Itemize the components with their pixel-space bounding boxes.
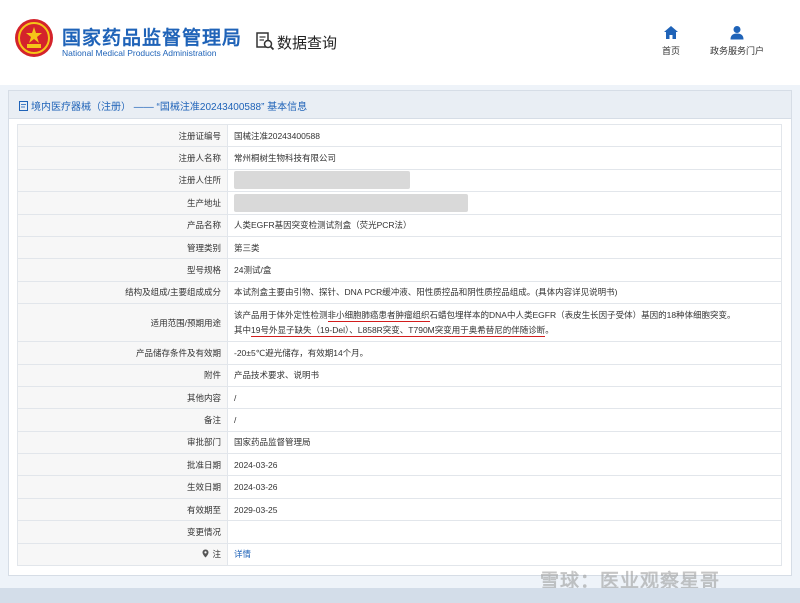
scope-text: 其中	[234, 324, 252, 335]
national-emblem-icon	[15, 19, 53, 57]
table-row: 产品名称 人类EGFR基因突变检测试剂盒（荧光PCR法）	[17, 213, 782, 237]
redacted-block	[234, 171, 410, 190]
nav-home-label: 首页	[661, 46, 680, 56]
change-value	[227, 520, 782, 544]
detail-link[interactable]: 详情	[234, 549, 251, 559]
page-title: 数据查询	[277, 35, 338, 52]
field-label: 注册证编号	[17, 123, 228, 148]
scope-text: 该产品用于体外定性检测	[234, 309, 328, 320]
composition-value: 本试剂盒主要由引物、探针、DNA PCR缓冲液、阳性质控品和阴性质控品组成。(具…	[227, 280, 782, 305]
scope-line-2: 其中19号外显子缺失（19-Del）、L858R突变、T790M突变用于奥希替尼…	[234, 323, 775, 338]
expiry-date-value: 2029-03-25	[227, 497, 782, 522]
scope-highlight: 19号外显子缺失（19-Del）、L858R突变、T790M突变用于奥希替尼的伴…	[251, 324, 546, 337]
field-label: 产品名称	[17, 213, 228, 237]
detail-label: 注	[212, 549, 221, 560]
table-row: 适用范围/预期用途 该产品用于体外定性检测非小细胞肺癌患者肿瘤组织石蜡包埋样本的…	[17, 303, 782, 343]
scope-text: 。	[545, 324, 554, 335]
table-row: 有效期至 2029-03-25	[17, 497, 782, 522]
scope-highlight: 非小细胞肺癌患者肿瘤组织	[327, 309, 430, 322]
table-row: 注册证编号 国械注准20243400588	[17, 123, 782, 148]
nav-service-portal[interactable]: 政务服务门户	[703, 25, 771, 65]
table-row: 生效日期 2024-03-26	[17, 475, 782, 499]
field-label: 生效日期	[17, 475, 228, 499]
org-name-en: National Medical Products Administration	[62, 48, 217, 58]
table-row: 管理类别 第三类	[17, 235, 782, 260]
approval-date-value: 2024-03-26	[227, 453, 782, 477]
field-label: 注	[17, 542, 228, 567]
other-value: /	[227, 385, 782, 410]
field-label: 管理类别	[17, 235, 228, 260]
field-label: 适用范围/预期用途	[17, 303, 228, 343]
remarks-value: /	[227, 408, 782, 432]
scope-text: 石蜡包埋样本的DNA中人类EGFR（表皮生长因子受体）基因的18种体细胞突变。	[429, 309, 736, 320]
field-label: 批准日期	[17, 453, 228, 477]
registration-info-panel: 境内医疗器械（注册） —— “国械注准20243400588” 基本信息 注册证…	[8, 90, 792, 576]
table-row: 批准日期 2024-03-26	[17, 453, 782, 477]
bottom-strip	[0, 588, 800, 603]
product-name-value: 人类EGFR基因突变检测试剂盒（荧光PCR法）	[227, 213, 782, 237]
panel-title: 境内医疗器械（注册） —— “国械注准20243400588” 基本信息	[31, 102, 308, 113]
field-label: 备注	[17, 408, 228, 432]
field-label: 注册人住所	[17, 168, 228, 193]
detail-cell: 详情	[227, 542, 782, 567]
home-icon	[664, 26, 678, 39]
registrant-value: 常州桐树生物科技有限公司	[227, 146, 782, 170]
field-label: 产品储存条件及有效期	[17, 341, 228, 365]
table-row: 产品储存条件及有效期 -20±5℃避光储存，有效期14个月。	[17, 341, 782, 365]
category-value: 第三类	[227, 235, 782, 260]
redacted-block	[234, 193, 468, 212]
table-row: 附件 产品技术要求、说明书	[17, 363, 782, 387]
table-row: 备注 /	[17, 408, 782, 432]
nav-home[interactable]: 首页	[656, 25, 686, 65]
field-label: 其他内容	[17, 385, 228, 410]
field-label: 注册人名称	[17, 146, 228, 170]
nav-portal-label: 政务服务门户	[709, 46, 764, 56]
scope-value: 该产品用于体外定性检测非小细胞肺癌患者肿瘤组织石蜡包埋样本的DNA中人类EGFR…	[227, 303, 782, 343]
location-pin-icon	[202, 549, 209, 558]
field-label: 型号规格	[17, 258, 228, 282]
table-row: 生产地址	[17, 191, 782, 215]
table-row: 注 详情	[17, 542, 782, 567]
info-table: 注册证编号 国械注准20243400588 注册人名称 常州桐树生物科技有限公司…	[17, 123, 782, 567]
table-row: 注册人名称 常州桐树生物科技有限公司	[17, 146, 782, 170]
approval-dept-value: 国家药品监督管理局	[227, 430, 782, 455]
storage-value: -20±5℃避光储存，有效期14个月。	[227, 341, 782, 365]
table-row: 型号规格 24测试/盒	[17, 258, 782, 282]
table-row: 变更情况	[17, 520, 782, 544]
effective-date-value: 2024-03-26	[227, 475, 782, 499]
table-row: 其他内容 /	[17, 385, 782, 410]
document-icon	[19, 101, 28, 111]
table-row: 审批部门 国家药品监督管理局	[17, 430, 782, 455]
org-name-cn: 国家药品监督管理局	[62, 28, 243, 49]
table-row: 注册人住所	[17, 168, 782, 193]
field-label: 审批部门	[17, 430, 228, 455]
field-label: 结构及组成/主要组成成分	[17, 280, 228, 305]
reg-no-value: 国械注准20243400588	[227, 123, 782, 148]
panel-header: 境内医疗器械（注册） —— “国械注准20243400588” 基本信息	[9, 91, 791, 119]
data-query-icon	[256, 32, 275, 51]
field-label: 附件	[17, 363, 228, 387]
scope-line-1: 该产品用于体外定性检测非小细胞肺癌患者肿瘤组织石蜡包埋样本的DNA中人类EGFR…	[234, 308, 775, 323]
site-header: 国家药品监督管理局 National Medical Products Admi…	[0, 0, 800, 85]
user-icon	[730, 26, 744, 40]
field-label: 变更情况	[17, 520, 228, 544]
registrant-address-value	[227, 168, 782, 193]
production-address-value	[227, 191, 782, 215]
field-label: 生产地址	[17, 191, 228, 215]
model-value: 24测试/盒	[227, 258, 782, 282]
field-label: 有效期至	[17, 497, 228, 522]
table-row: 结构及组成/主要组成成分 本试剂盒主要由引物、探针、DNA PCR缓冲液、阳性质…	[17, 280, 782, 305]
panel-title-wrap: 境内医疗器械（注册） —— “国械注准20243400588” 基本信息	[19, 98, 307, 113]
attachments-value: 产品技术要求、说明书	[227, 363, 782, 387]
